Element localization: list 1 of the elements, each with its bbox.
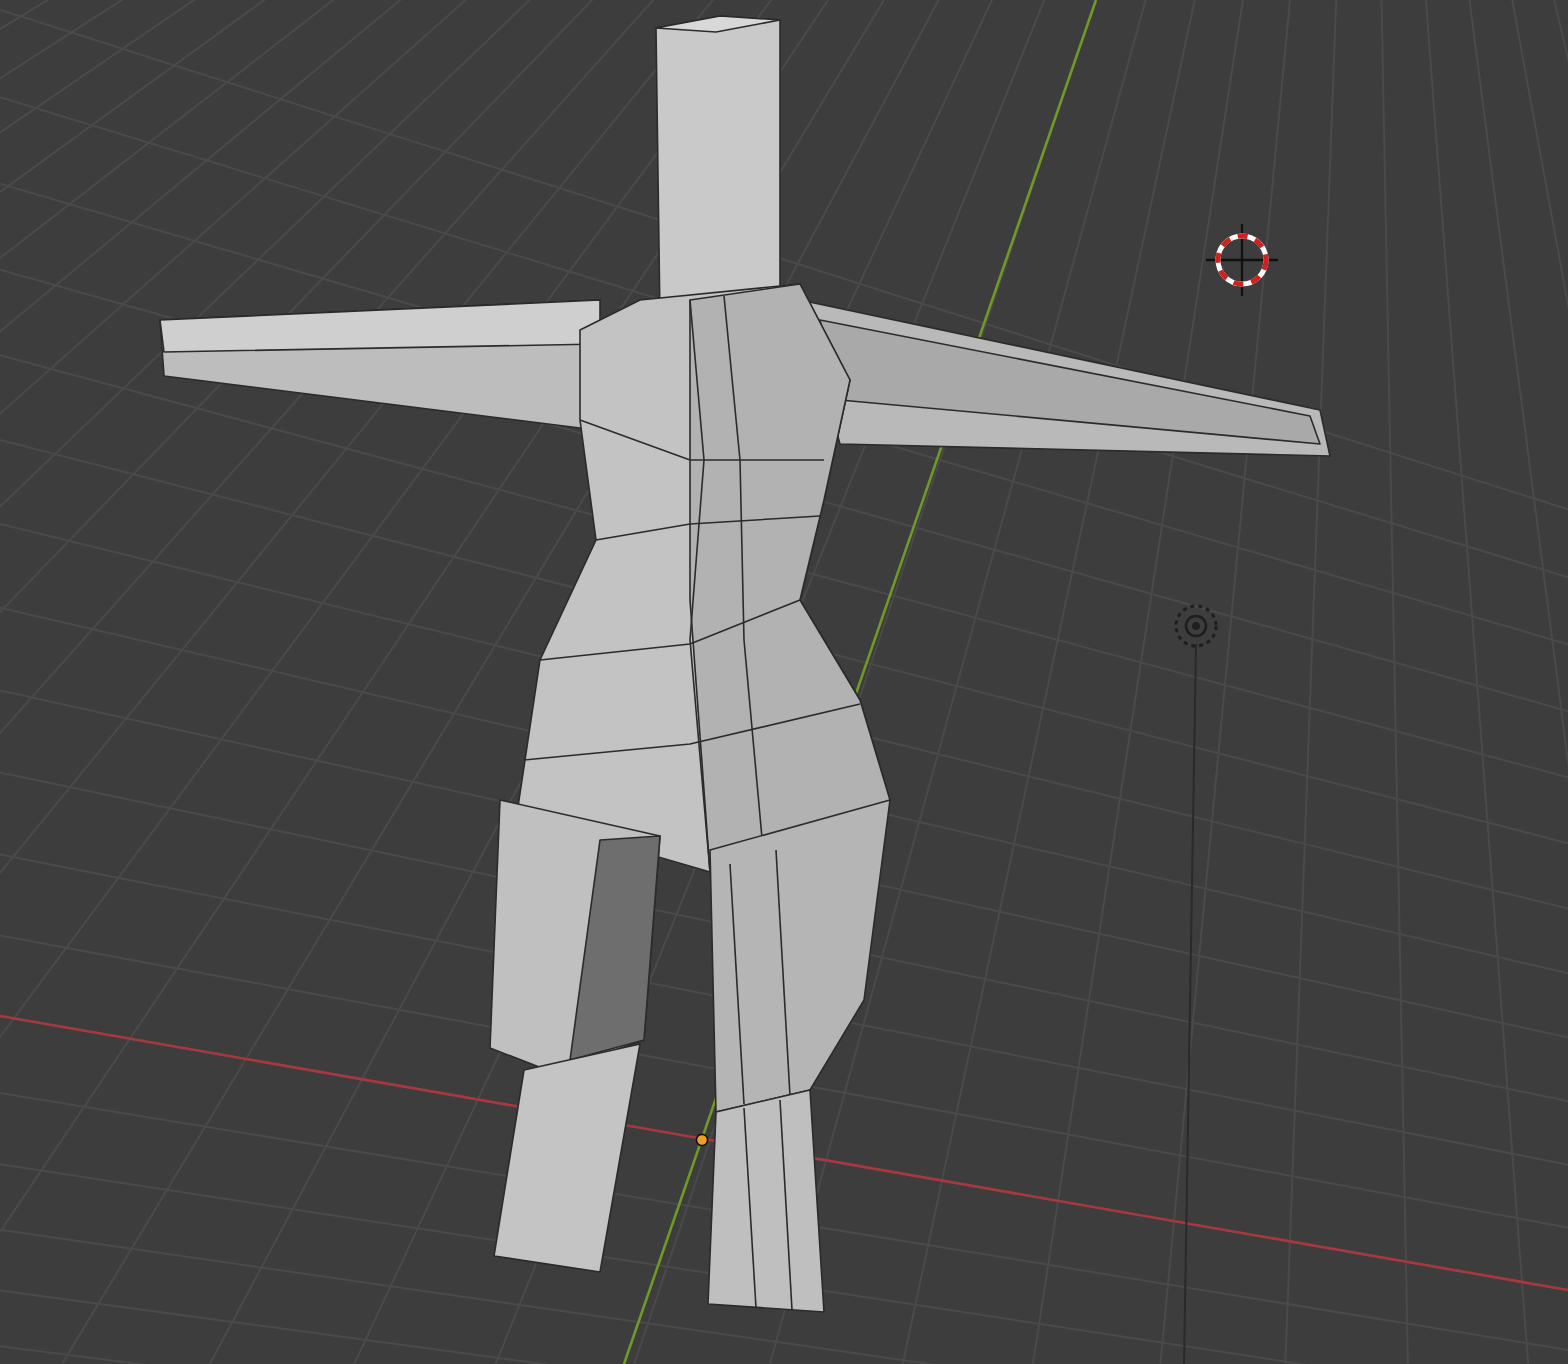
light-icon [1174, 604, 1218, 648]
